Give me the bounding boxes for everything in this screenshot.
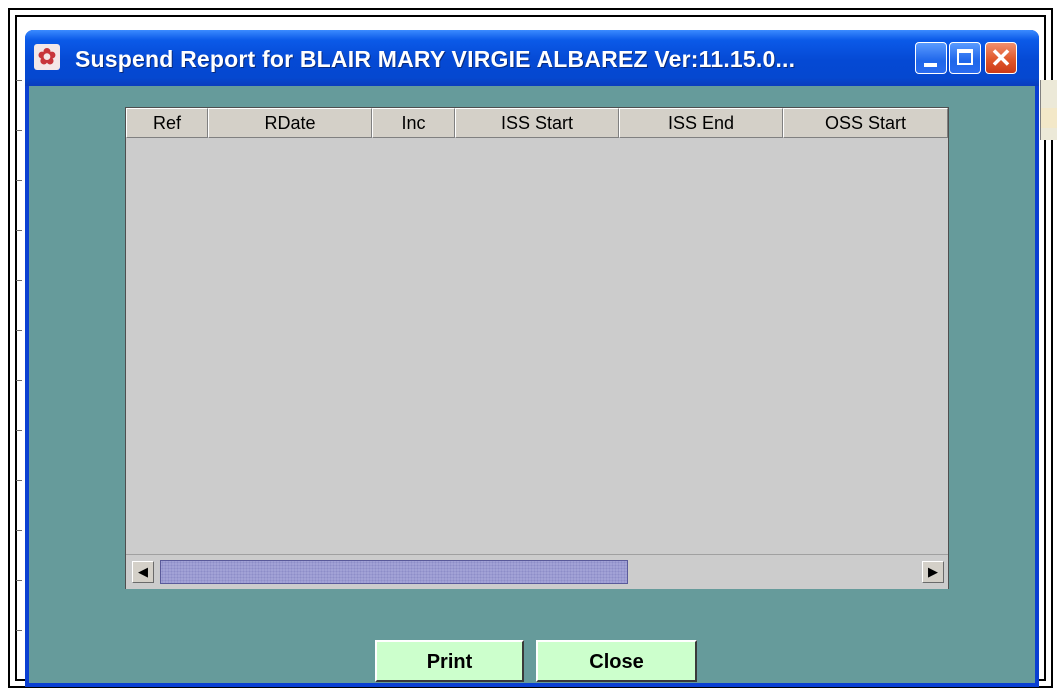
suspend-table: Ref RDate Inc ISS Start ISS End OSS Star… xyxy=(125,107,949,589)
horizontal-scrollbar[interactable]: ◀ ▶ xyxy=(126,554,948,589)
column-header-inc[interactable]: Inc xyxy=(372,108,455,138)
close-window-button[interactable]: ✕ xyxy=(985,42,1017,74)
maximize-button[interactable] xyxy=(949,42,981,74)
window-title: Suspend Report for BLAIR MARY VIRGIE ALB… xyxy=(75,46,796,72)
suspend-report-window: ✿ Suspend Report for BLAIR MARY VIRGIE A… xyxy=(25,30,1039,687)
background-window-edge xyxy=(1040,80,1057,140)
minimize-button[interactable] xyxy=(915,42,947,74)
column-header-ref[interactable]: Ref xyxy=(126,108,208,138)
scroll-track[interactable] xyxy=(154,560,922,584)
close-button[interactable]: Close xyxy=(536,640,697,682)
column-header-iss-start[interactable]: ISS Start xyxy=(455,108,619,138)
scroll-thumb[interactable] xyxy=(160,560,628,584)
column-header-rdate[interactable]: RDate xyxy=(208,108,372,138)
column-header-iss-end[interactable]: ISS End xyxy=(619,108,783,138)
window-client-area: Ref RDate Inc ISS Start ISS End OSS Star… xyxy=(29,86,1035,683)
title-bar[interactable]: ✿ Suspend Report for BLAIR MARY VIRGIE A… xyxy=(25,30,1039,86)
app-logo-icon[interactable]: ✿ xyxy=(34,44,60,70)
column-header-oss-start[interactable]: OSS Start xyxy=(783,108,948,138)
arrow-left-icon: ◀ xyxy=(138,564,148,579)
maximize-icon xyxy=(957,49,973,65)
scroll-right-button[interactable]: ▶ xyxy=(922,561,944,583)
table-header: Ref RDate Inc ISS Start ISS End OSS Star… xyxy=(126,108,948,138)
background-edge-marks xyxy=(16,80,22,640)
arrow-right-icon: ▶ xyxy=(928,564,938,579)
close-icon: ✕ xyxy=(990,43,1012,73)
print-button[interactable]: Print xyxy=(375,640,524,682)
table-body[interactable] xyxy=(126,138,948,554)
minimize-icon xyxy=(924,63,937,67)
scroll-left-button[interactable]: ◀ xyxy=(132,561,154,583)
